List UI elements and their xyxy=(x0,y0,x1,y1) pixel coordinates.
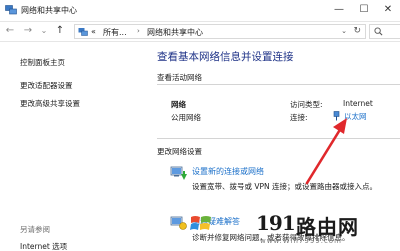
sidebar-item-advanced-sharing[interactable]: 更改高级共享设置 xyxy=(20,98,80,109)
divider xyxy=(157,138,400,139)
address-bar: ← → ⌄ ↑ « 所有... › 网络和共享中心 ⌄ ↻ xyxy=(0,22,400,42)
path-dropdown-icon[interactable]: ⌄ xyxy=(341,27,347,35)
recent-locations-button[interactable]: ⌄ xyxy=(38,25,50,37)
back-button[interactable]: ← xyxy=(4,25,16,37)
network-name: 网络 xyxy=(171,100,186,109)
windows-logo-icon xyxy=(190,216,211,230)
refresh-icon[interactable]: ↻ xyxy=(353,26,361,36)
active-networks-heading: 查看活动网络 xyxy=(157,73,202,82)
connections-label: 连接: xyxy=(290,113,308,122)
change-settings-heading: 更改网络设置 xyxy=(157,147,202,156)
title-bar: 网络和共享中心 — ☐ ✕ xyxy=(0,0,400,22)
page-title: 查看基本网络信息并设置连接 xyxy=(157,51,294,63)
access-type-label: 访问类型: xyxy=(290,100,323,109)
sidebar-item-internet-options[interactable]: Internet 选项 xyxy=(20,241,67,251)
see-also-heading: 另请参阅 xyxy=(20,225,50,234)
setup-new-connection-description: 设置宽带、拨号或 VPN 连接；或设置路由器或接入点。 xyxy=(192,182,378,191)
ethernet-icon xyxy=(333,111,340,121)
breadcrumb-separator[interactable]: › xyxy=(137,27,140,35)
watermark: 191 路由网 www.Win7999.com xyxy=(186,210,400,251)
up-button[interactable]: ↑ xyxy=(54,25,66,37)
watermark-text: 路由网 xyxy=(296,215,359,239)
divider xyxy=(157,84,400,85)
sidebar-item-change-adapter[interactable]: 更改适配器设置 xyxy=(20,80,73,91)
network-type-link[interactable]: 公用网络 xyxy=(171,112,201,123)
minimize-button[interactable]: — xyxy=(333,4,345,16)
access-type-value: Internet xyxy=(343,99,373,108)
watermark-number: 191 xyxy=(256,211,296,235)
window-title: 网络和共享中心 xyxy=(21,6,77,15)
close-button[interactable]: ✕ xyxy=(382,4,394,16)
maximize-button[interactable]: ☐ xyxy=(358,4,370,16)
network-folder-icon xyxy=(78,28,88,36)
ethernet-connection-link[interactable]: 以太网 xyxy=(344,111,367,122)
path-field[interactable]: « 所有... › 网络和共享中心 ⌄ ↻ xyxy=(74,24,366,39)
watermark-url: www.Win7999.com xyxy=(260,237,342,245)
forward-button[interactable]: → xyxy=(22,25,34,37)
network-center-icon xyxy=(5,5,17,15)
breadcrumb-current[interactable]: 网络和共享中心 xyxy=(147,27,203,38)
search-icon xyxy=(374,27,383,36)
setup-new-connection-link[interactable]: 设置新的连接或网络 xyxy=(192,166,264,177)
left-pane: 控制面板主页 更改适配器设置 更改高级共享设置 另请参阅 Internet 选项 xyxy=(0,43,140,251)
network-setup-icon[interactable] xyxy=(170,165,188,181)
search-input[interactable] xyxy=(369,24,400,39)
sidebar-item-control-panel-home[interactable]: 控制面板主页 xyxy=(20,57,65,68)
breadcrumb-all-items[interactable]: 所有... xyxy=(103,27,127,38)
breadcrumb-overflow[interactable]: « xyxy=(91,27,96,36)
